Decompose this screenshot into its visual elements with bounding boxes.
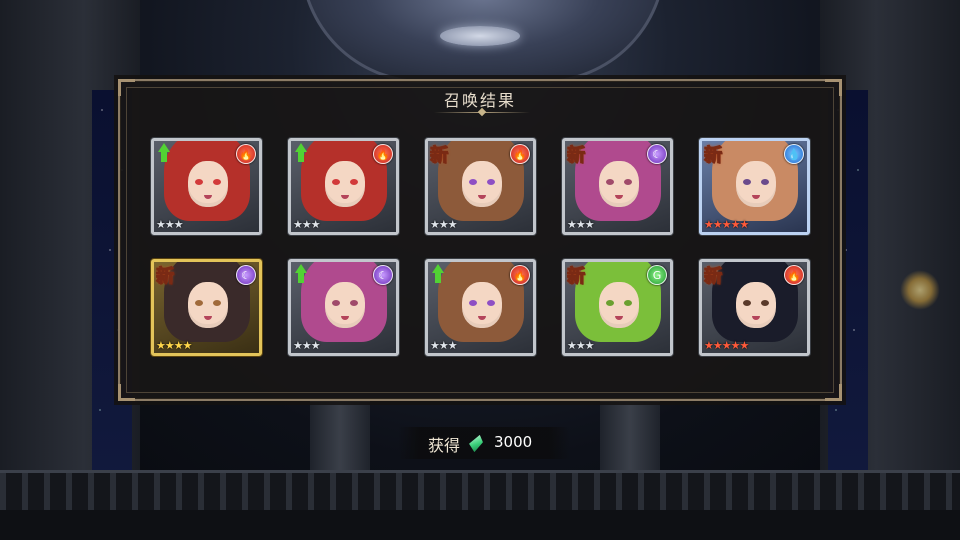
new-badge: 新 <box>567 266 586 288</box>
reward-label: 获得 <box>428 436 461 455</box>
reward-bar: 获得 3000 <box>398 427 570 459</box>
summon-result-card[interactable]: 🔥 新 ★★★ <box>425 138 536 235</box>
upgrade-arrow-icon <box>295 264 307 284</box>
water-element-icon: 💧 <box>784 144 804 164</box>
summon-result-card[interactable]: G 新 ★★★ <box>562 259 673 356</box>
summon-result-card[interactable]: ☾ 新 ★★★ <box>562 138 673 235</box>
fire-element-icon: 🔥 <box>784 265 804 285</box>
reward-amount: 3000 <box>494 433 533 451</box>
fire-element-icon: 🔥 <box>510 144 530 164</box>
new-badge: 新 <box>704 266 723 288</box>
new-badge: 新 <box>704 145 723 167</box>
floor <box>0 510 960 540</box>
title-ornament <box>434 112 530 113</box>
dialog-title: 召唤结果 <box>443 91 516 110</box>
rarity-stars: ★★★ <box>156 218 184 231</box>
rarity-stars: ★★★★ <box>156 339 192 352</box>
new-badge: 新 <box>430 145 449 167</box>
rarity-stars: ★★★ <box>293 339 321 352</box>
dark-element-icon: ☾ <box>236 265 256 285</box>
upgrade-arrow-icon <box>432 264 444 284</box>
fire-element-icon: 🔥 <box>510 265 530 285</box>
rarity-stars: ★★★★★ <box>704 218 749 231</box>
summon-result-card[interactable]: ☾ 新 ★★★★ <box>151 259 262 356</box>
summon-result-card[interactable]: 🔥 ★★★ <box>425 259 536 356</box>
summon-result-card[interactable]: 🔥 新 ★★★★★ <box>699 259 810 356</box>
light-orb <box>900 270 940 310</box>
wind-element-icon: G <box>647 265 667 285</box>
upgrade-arrow-icon <box>295 143 307 163</box>
dark-element-icon: ☾ <box>647 144 667 164</box>
fire-element-icon: 🔥 <box>236 144 256 164</box>
frame-corner <box>825 384 842 401</box>
dome-light <box>440 26 520 46</box>
summon-result-card[interactable]: 🔥 ★★★ <box>151 138 262 235</box>
fire-element-icon: 🔥 <box>373 144 393 164</box>
summon-result-card[interactable]: 💧 新 ★★★★★ <box>699 138 810 235</box>
rarity-stars: ★★★ <box>430 339 458 352</box>
summon-results-dialog: 召唤结果 🔥 ★★★ 🔥 ★★★ 🔥 新 ★★★ ☾ 新 ★★★ 💧 新 ★★★★★ ☾ 新 ★★★★ ☾ ★★★… <box>118 79 842 401</box>
crystal-icon <box>467 432 485 453</box>
rarity-stars: ★★★★★ <box>704 339 749 352</box>
summon-result-card[interactable]: 🔥 ★★★ <box>288 138 399 235</box>
new-badge: 新 <box>567 145 586 167</box>
dark-element-icon: ☾ <box>373 265 393 285</box>
rarity-stars: ★★★ <box>567 339 595 352</box>
upgrade-arrow-icon <box>158 143 170 163</box>
new-badge: 新 <box>156 266 175 288</box>
rarity-stars: ★★★ <box>430 218 458 231</box>
rarity-stars: ★★★ <box>567 218 595 231</box>
rarity-stars: ★★★ <box>293 218 321 231</box>
summon-result-card[interactable]: ☾ ★★★ <box>288 259 399 356</box>
frame-corner <box>118 384 135 401</box>
